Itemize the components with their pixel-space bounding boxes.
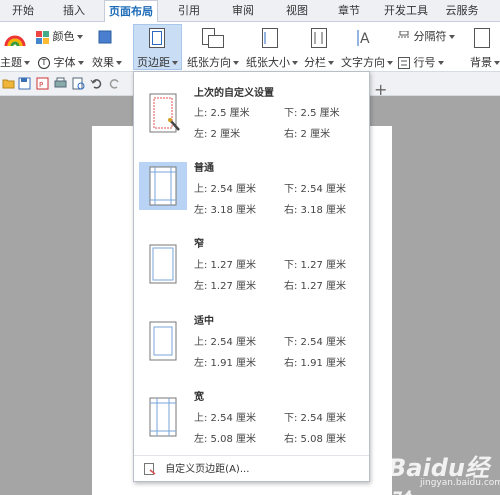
margin-option-normal[interactable]: 普通 上: 2.54 厘米 下: 2.54 厘米 左: 3.18 厘米 右: 3… [134,156,369,226]
effect-button[interactable]: 效果 [92,54,122,70]
tab-developer[interactable]: 开发工具 [380,0,432,22]
margin-bottom-value: 下: 2.54 厘米 [284,184,346,195]
margin-thumbnail-wide-icon [139,393,187,441]
tab-cloud[interactable]: 云服务 [442,0,482,22]
tab-insert[interactable]: 插入 [57,0,91,22]
columns-icon[interactable] [311,28,327,51]
tab-references[interactable]: 引用 [172,0,206,22]
margin-option-last-custom[interactable]: 上次的自定义设置 上: 2.5 厘米 下: 2.5 厘米 左: 2 厘米 右: … [134,78,369,148]
new-tab-plus-icon[interactable]: + [374,80,387,99]
redo-icon[interactable] [108,77,121,90]
margin-left-value: 左: 2 厘米 [194,129,241,140]
margin-option-title: 普通 [194,163,214,174]
ribbon-toolbar: 主题 颜色 T 字体 效果 页边距 纸张方向 纸张大小 分栏 A 文字方向 分隔… [0,22,500,72]
margin-option-narrow[interactable]: 窄 上: 1.27 厘米 下: 1.27 厘米 左: 1.27 厘米 右: 1.… [134,232,369,302]
margin-top-value: 上: 2.54 厘米 [194,184,256,195]
margin-right-value: 右: 1.91 厘米 [284,358,346,369]
margin-left-value: 左: 1.27 厘米 [194,281,256,292]
margin-left-value: 左: 5.08 厘米 [194,434,256,445]
margin-bottom-value: 下: 2.54 厘米 [284,413,346,424]
text-direction-icon[interactable]: A [357,28,377,51]
svg-text:A: A [360,31,370,47]
font-icon: T [38,57,50,69]
margin-thumbnail-custom-icon [139,90,187,138]
separator-icon [398,30,410,43]
pdf-export-icon[interactable]: P [36,77,49,90]
color-palette-icon [36,30,49,44]
margin-thumbnail-narrow-icon [139,240,187,288]
margin-left-value: 左: 3.18 厘米 [194,205,256,216]
custom-margin-label: 自定义页边距(A)... [165,464,250,475]
undo-icon[interactable] [90,77,103,90]
columns-button[interactable]: 分栏 [304,54,334,70]
orientation-icon[interactable] [202,28,224,51]
margin-right-value: 右: 5.08 厘米 [284,434,346,445]
margin-thumbnail-normal-icon [139,162,187,210]
margin-right-value: 右: 1.27 厘米 [284,281,346,292]
line-number-icon [398,57,410,69]
margin-option-moderate[interactable]: 适中 上: 2.54 厘米 下: 2.54 厘米 左: 1.91 厘米 右: 1… [134,309,369,379]
margin-bottom-value: 下: 2.54 厘米 [284,337,346,348]
separator-button[interactable]: 分隔符 [398,28,455,44]
margin-option-title: 窄 [194,239,204,250]
paper-size-button[interactable]: 纸张大小 [246,54,298,70]
margin-top-value: 上: 1.27 厘米 [194,260,256,271]
paper-size-icon[interactable] [262,28,278,51]
print-preview-icon[interactable] [72,77,85,90]
svg-text:P: P [39,81,43,89]
margin-bottom-value: 下: 2.5 厘米 [284,108,340,119]
ribbon-tab-bar: 开始 插入 页面布局 引用 审阅 视图 章节 开发工具 云服务 [0,0,500,23]
font-theme-button[interactable]: T 字体 [38,54,84,70]
orientation-button[interactable]: 纸张方向 [187,54,239,70]
custom-margin-icon [144,463,156,475]
rainbow-icon[interactable] [4,30,26,51]
color-button[interactable]: 颜色 [36,28,83,44]
margin-thumbnail-moderate-icon [139,317,187,365]
custom-margin-menu-item[interactable]: 自定义页边距(A)... [144,462,249,478]
margin-dropdown-menu: 上次的自定义设置 上: 2.5 厘米 下: 2.5 厘米 左: 2 厘米 右: … [133,71,370,482]
margin-top-value: 上: 2.54 厘米 [194,413,256,424]
margin-left-value: 左: 1.91 厘米 [194,358,256,369]
margin-top-value: 上: 2.54 厘米 [194,337,256,348]
page-margin-icon[interactable] [149,28,165,51]
margin-option-title: 适中 [194,316,214,327]
tab-page-layout[interactable]: 页面布局 [104,0,158,23]
margin-right-value: 右: 2 厘米 [284,129,331,140]
tab-home[interactable]: 开始 [6,0,40,22]
margin-button[interactable]: 页边距 [137,54,178,70]
background-icon[interactable] [474,28,490,51]
margin-top-value: 上: 2.5 厘米 [194,108,250,119]
baidu-watermark-url: jingyan.baidu.com [420,478,500,488]
margin-right-value: 右: 3.18 厘米 [284,205,346,216]
line-number-button[interactable]: 行号 [398,54,444,70]
margin-option-title: 宽 [194,392,204,403]
save-icon[interactable] [18,77,31,90]
tab-view[interactable]: 视图 [280,0,314,22]
tab-chapter[interactable]: 章节 [332,0,366,22]
margin-option-wide[interactable]: 宽 上: 2.54 厘米 下: 2.54 厘米 左: 5.08 厘米 右: 5.… [134,385,369,455]
background-button[interactable]: 背景 [470,54,500,70]
tab-review[interactable]: 审阅 [226,0,260,22]
text-direction-button[interactable]: 文字方向 [341,54,393,70]
menu-divider [134,455,369,456]
margin-option-title: 上次的自定义设置 [194,88,274,99]
open-folder-icon[interactable] [2,77,15,90]
print-icon[interactable] [54,77,67,90]
effect-icon[interactable] [98,30,112,47]
margin-bottom-value: 下: 1.27 厘米 [284,260,346,271]
theme-button[interactable]: 主题 [0,54,30,70]
